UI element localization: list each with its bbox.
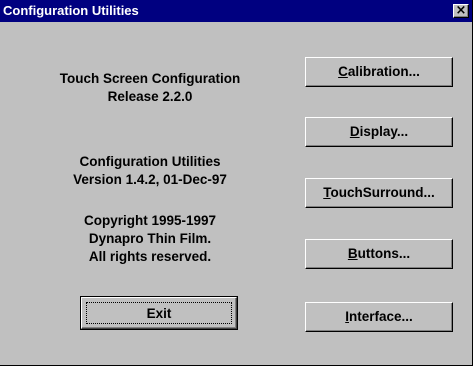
focus-rectangle: Exit — [86, 302, 232, 324]
calibration-button[interactable]: Calibration... — [305, 57, 453, 87]
buttons-button[interactable]: Buttons... — [305, 239, 453, 269]
close-icon: × — [455, 3, 467, 18]
copyright-text: Copyright 1995-1997 — [83, 213, 217, 228]
interface-button[interactable]: Interface... — [305, 302, 453, 332]
utility-name: Configuration Utilities — [79, 154, 221, 169]
touchsurround-button[interactable]: TouchSurround... — [305, 178, 453, 208]
exit-button[interactable]: Exit — [80, 296, 238, 330]
mnemonic: D — [349, 124, 360, 139]
exit-button-bevel: Exit — [81, 297, 237, 329]
company-text: Dynapro Thin Film. — [88, 231, 212, 246]
rights-text: All rights reserved. — [88, 249, 212, 264]
mnemonic: T — [323, 185, 331, 200]
mnemonic: C — [338, 64, 348, 79]
configuration-dialog: Configuration Utilities × Touch Screen C… — [0, 0, 473, 366]
mnemonic: B — [347, 246, 358, 261]
release-text: Release 2.2.0 — [107, 89, 193, 104]
close-button[interactable]: × — [453, 4, 469, 18]
version-text: Version 1.4.2, 01-Dec-97 — [73, 172, 227, 187]
product-name: Touch Screen Configuration — [59, 71, 241, 86]
display-button[interactable]: Display... — [305, 117, 453, 147]
mnemonic: x — [155, 306, 164, 321]
window-title: Configuration Utilities — [3, 3, 139, 18]
title-bar[interactable]: Configuration Utilities — [0, 0, 472, 22]
